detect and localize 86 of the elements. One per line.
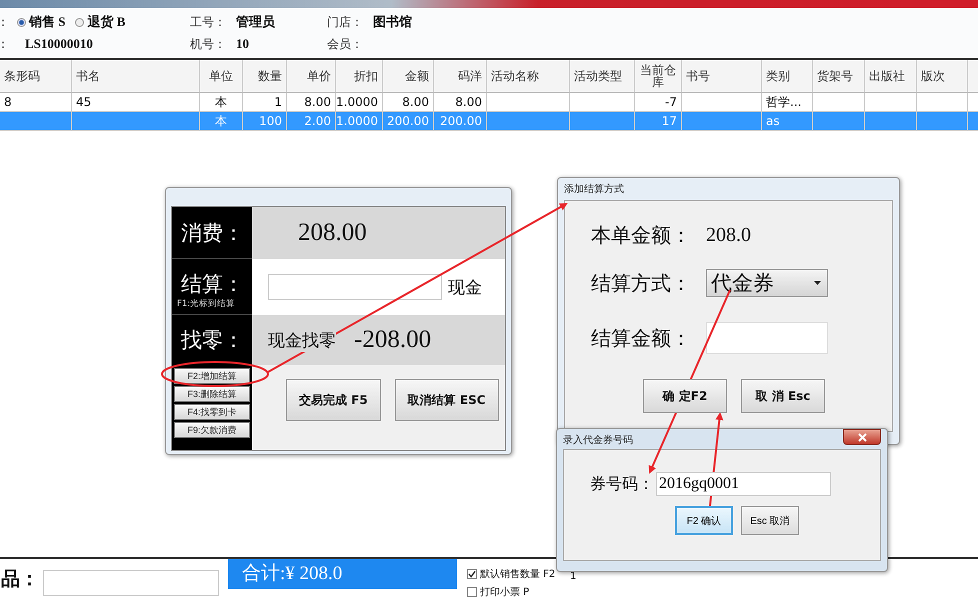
- field-value: 管理员: [236, 13, 275, 31]
- row-label: 消费：: [181, 220, 245, 246]
- table-cell: 哲学...: [762, 93, 813, 111]
- checkbox-label: 打印小票 P: [480, 586, 530, 598]
- dialog-title: 录入代金券号码: [563, 434, 633, 447]
- dialog-button[interactable]: F2 确认: [675, 506, 733, 535]
- column-header: 数量: [243, 60, 287, 92]
- column-header: 金额: [383, 60, 434, 92]
- field-label: 机号：: [190, 36, 226, 52]
- action-button[interactable]: 取消结算 ESC: [394, 379, 499, 421]
- shortcut-button[interactable]: F2:增加结算: [174, 368, 250, 384]
- field-label: 券号码：: [590, 474, 654, 494]
- column-header: 出版社: [865, 60, 917, 92]
- table-cell: -7: [635, 93, 682, 111]
- field-label: 品：: [1, 566, 39, 592]
- amount-value: -208.00: [354, 326, 432, 354]
- shortcut-button[interactable]: F3:删除结算: [174, 386, 250, 402]
- column-header: 活动类型: [570, 60, 635, 92]
- column-header: 单位: [200, 60, 243, 92]
- close-button[interactable]: [843, 429, 881, 445]
- radio-button[interactable]: [17, 18, 26, 26]
- close-icon: [858, 432, 866, 442]
- row-label: 找零：: [181, 327, 245, 354]
- column-header: 单价: [287, 60, 336, 92]
- quantity-value: 1: [570, 571, 576, 582]
- action-button[interactable]: 交易完成 F5: [286, 379, 381, 421]
- radio-label: 销售 S: [29, 13, 66, 31]
- dialog-button[interactable]: 确 定F2: [643, 379, 727, 413]
- table-cell: 8: [0, 93, 72, 111]
- checkbox[interactable]: [467, 569, 477, 579]
- hint-text: F1:光标到结算: [177, 298, 236, 310]
- field-value: 10: [236, 36, 249, 52]
- table-cell: 17: [635, 112, 682, 130]
- column-header: 书号: [682, 60, 762, 92]
- amount-value: 208.0: [706, 224, 751, 246]
- radio-label: 退货 B: [87, 13, 126, 31]
- field-label: 结算金额：: [591, 326, 692, 352]
- table-cell: 1.0000: [336, 93, 383, 111]
- checkbox[interactable]: [467, 587, 477, 597]
- column-header: 书名: [72, 60, 200, 92]
- table-cell: 2.00: [287, 112, 336, 130]
- amount-input[interactable]: [706, 322, 828, 354]
- field-label: 门店：: [327, 14, 363, 30]
- column-header: 码洋: [434, 60, 487, 92]
- table-cell: 200.00: [383, 112, 434, 130]
- column-header: 活动名称: [487, 60, 570, 92]
- table-cell: 1.0000: [336, 112, 383, 130]
- caret-icon: [814, 281, 821, 285]
- label-text: :: [1, 37, 6, 51]
- order-number: LS10000010: [25, 36, 93, 52]
- dialog-button[interactable]: 取 消 Esc: [741, 379, 825, 413]
- table-cell: 本: [200, 93, 243, 111]
- payment-input[interactable]: [268, 274, 442, 300]
- column-header: 类别: [762, 60, 813, 92]
- amount-value: 208.00: [298, 219, 367, 247]
- shortcut-button[interactable]: F9:欠款消费: [174, 422, 250, 438]
- table-cell: 8.00: [434, 93, 487, 111]
- checkbox-label: 默认销售数量 F2: [480, 568, 556, 581]
- total-banner: 合计:¥ 208.0: [228, 559, 457, 589]
- dialog-button[interactable]: Esc 取消: [741, 506, 799, 535]
- label-text: :: [1, 15, 6, 29]
- table-cell: 100: [243, 112, 287, 130]
- field-label: 会员：: [327, 36, 363, 52]
- table-cell: 1: [243, 93, 287, 111]
- table-cell: 8.00: [383, 93, 434, 111]
- product-input[interactable]: [43, 570, 219, 596]
- row-label: 结算：: [181, 270, 245, 298]
- dialog-title: 添加结算方式: [564, 182, 625, 196]
- column-header: 条形码: [0, 60, 72, 92]
- radio-button[interactable]: [75, 18, 84, 26]
- shortcut-button[interactable]: F4:找零到卡: [174, 404, 250, 420]
- field-value: 图书馆: [373, 13, 412, 31]
- column-header: 折扣: [336, 60, 383, 92]
- voucher-number-input[interactable]: 2016gq0001: [656, 472, 831, 496]
- field-label: 工号：: [190, 14, 226, 30]
- table-cell: 45: [72, 93, 200, 111]
- table-cell: 本: [200, 112, 243, 130]
- table-cell: as: [762, 112, 813, 130]
- column-header: 版次: [917, 60, 968, 92]
- column-header: 当前仓库: [635, 60, 682, 92]
- payment-method-dropdown[interactable]: 代金券: [706, 269, 828, 297]
- field-label: 结算方式：: [591, 272, 692, 296]
- table-cell: 200.00: [434, 112, 487, 130]
- column-header: 货架号: [813, 60, 865, 92]
- table-cell: 8.00: [287, 93, 336, 111]
- field-label: 本单金额：: [591, 224, 692, 248]
